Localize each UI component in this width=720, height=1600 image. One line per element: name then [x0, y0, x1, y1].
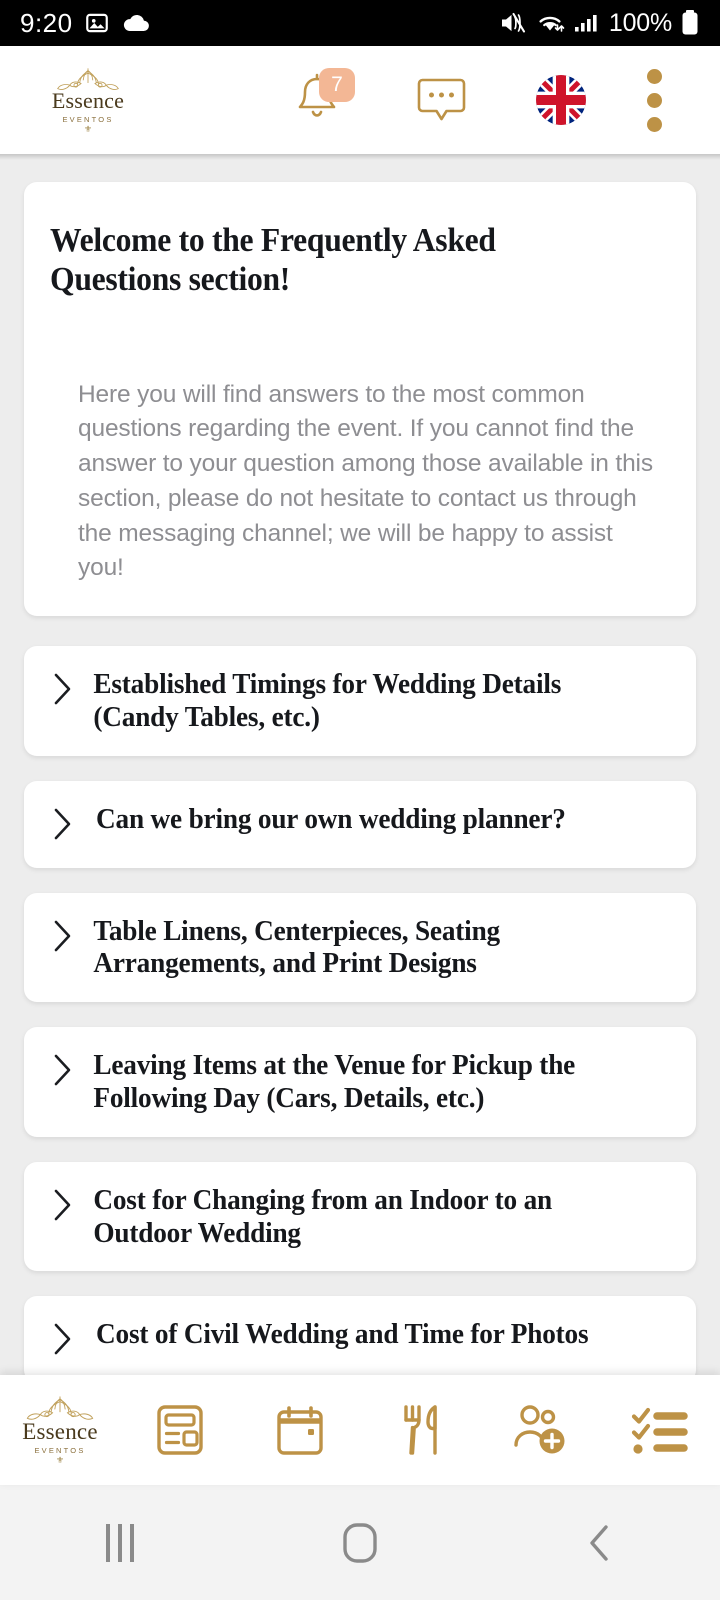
faq-question-label: Table Linens, Centerpieces, Seating Arra…: [93, 914, 500, 980]
mute-icon: [501, 12, 525, 33]
nav-calendar[interactable]: [240, 1375, 360, 1485]
notifications-badge: 7: [319, 68, 355, 102]
nav-dashboard[interactable]: [120, 1375, 240, 1485]
calendar-icon: [277, 1406, 323, 1455]
header-actions: 7: [256, 68, 686, 132]
recents-icon: [106, 1523, 134, 1562]
faq-question-label: Leaving Items at the Venue for Pickup th…: [93, 1049, 576, 1115]
image-icon: [85, 13, 108, 33]
faq-question-label: Established Timings for Wedding Details …: [93, 668, 562, 733]
status-bar-clock: 9:20: [20, 7, 73, 38]
faq-accordion-item-0[interactable]: Established Timings for Wedding Details …: [24, 646, 696, 756]
status-bar-left: 9:20: [20, 8, 151, 39]
home-icon: [343, 1522, 377, 1563]
language-button[interactable]: [500, 75, 622, 125]
welcome-description: Here you will find answers to the most c…: [78, 380, 653, 582]
page-title: Welcome to the Frequently Asked Question…: [50, 222, 496, 298]
nav-checklist[interactable]: [600, 1375, 720, 1485]
faq-accordion-item-1[interactable]: Can we bring our own wedding planner?: [24, 780, 696, 868]
chat-bubble-icon: [417, 78, 466, 121]
dashboard-icon: [157, 1405, 203, 1455]
kebab-menu-icon: [646, 68, 662, 132]
faq-question-label: Cost of Civil Wedding and Time for Photo…: [96, 1318, 589, 1351]
chevron-right-icon: [52, 1322, 74, 1361]
faq-accordion-item-2[interactable]: Table Linens, Centerpieces, Seating Arra…: [24, 892, 696, 1003]
brand-ornament-dot: ⚜: [55, 1455, 65, 1465]
nav-guests[interactable]: [480, 1375, 600, 1485]
notifications-button[interactable]: 7: [256, 68, 378, 130]
home-button[interactable]: [240, 1485, 480, 1600]
faq-accordion-item-4[interactable]: Cost for Changing from an Indoor to an O…: [24, 1161, 696, 1272]
back-button[interactable]: [480, 1485, 720, 1600]
nav-home-logo[interactable]: Essence EVENTOS ⚜: [0, 1375, 120, 1485]
brand-logo[interactable]: Essence EVENTOS ⚜: [28, 67, 148, 134]
cloud-icon: [123, 14, 149, 32]
cutlery-icon: [404, 1405, 437, 1455]
recents-button[interactable]: [0, 1485, 240, 1600]
wifi-icon: [539, 16, 565, 32]
battery-percentage: 100%: [608, 8, 672, 37]
brand-ornament-dot: ⚜: [83, 123, 93, 134]
status-bar: 9:20 100%: [0, 0, 720, 46]
status-bar-right: 100%: [499, 9, 700, 38]
brand-name: Essence: [51, 87, 125, 113]
signal-icon: [574, 15, 597, 32]
android-navigation-bar: [0, 1485, 720, 1600]
add-guests-icon: [514, 1405, 565, 1454]
essence-logo-icon: Essence EVENTOS ⚜: [1, 1395, 119, 1465]
bottom-navigation-bar: Essence EVENTOS ⚜: [0, 1375, 720, 1485]
nav-brand-subtitle: EVENTOS: [34, 1446, 86, 1455]
checklist-icon: [631, 1407, 688, 1454]
brand-subtitle: EVENTOS: [62, 114, 114, 124]
faq-question-label: Cost for Changing from an Indoor to an O…: [93, 1183, 552, 1249]
back-icon: [590, 1524, 608, 1561]
nav-brand-name: Essence: [22, 1419, 98, 1444]
uk-flag-icon: [536, 75, 586, 125]
welcome-card: Welcome to the Frequently Asked Question…: [24, 182, 696, 617]
overflow-menu-button[interactable]: [622, 68, 686, 132]
chevron-right-icon: [52, 807, 74, 846]
battery-icon: [682, 10, 698, 35]
faq-accordion-item-5[interactable]: Cost of Civil Wedding and Time for Photo…: [24, 1296, 696, 1375]
faq-question-label: Can we bring our own wedding planner?: [96, 802, 566, 835]
messages-button[interactable]: [378, 71, 500, 129]
faq-scroll-area[interactable]: Welcome to the Frequently Asked Question…: [0, 160, 720, 1375]
faq-accordion-item-3[interactable]: Leaving Items at the Venue for Pickup th…: [24, 1027, 696, 1137]
app-header: Essence EVENTOS ⚜ 7: [0, 46, 720, 154]
nav-catering[interactable]: [360, 1375, 480, 1485]
